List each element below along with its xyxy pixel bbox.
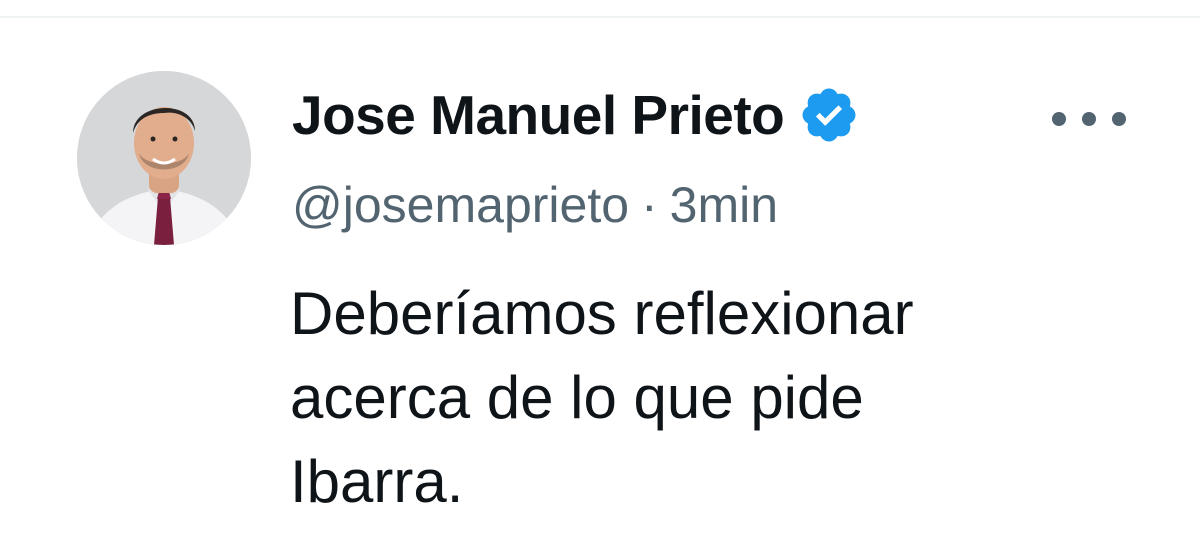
tweet-header: Jose Manuel Prieto (292, 80, 860, 150)
tweet-text: Deberíamos reflexionar acerca de lo que … (290, 272, 1050, 524)
avatar[interactable] (77, 71, 251, 245)
tweet-text-line: acerca de lo que pide (290, 364, 864, 431)
tweet[interactable]: Jose Manuel Prieto @josemaprieto · 3min De… (0, 18, 1200, 548)
more-options-icon[interactable] (1052, 104, 1126, 134)
tweet-timestamp[interactable]: 3min (670, 177, 778, 233)
author-display-name[interactable]: Jose Manuel Prieto (292, 83, 785, 147)
more-dot (1052, 112, 1066, 126)
author-handle[interactable]: @josemaprieto (292, 177, 629, 233)
verified-badge-icon[interactable] (798, 84, 860, 146)
meta-separator: · (641, 177, 658, 233)
avatar-photo (77, 71, 251, 245)
tweet-meta: @josemaprieto · 3min (292, 176, 778, 234)
tweet-text-line: Ibarra. (290, 448, 464, 515)
more-dot (1082, 112, 1096, 126)
more-dot (1112, 112, 1126, 126)
tweet-text-line: Deberíamos reflexionar (290, 280, 914, 347)
